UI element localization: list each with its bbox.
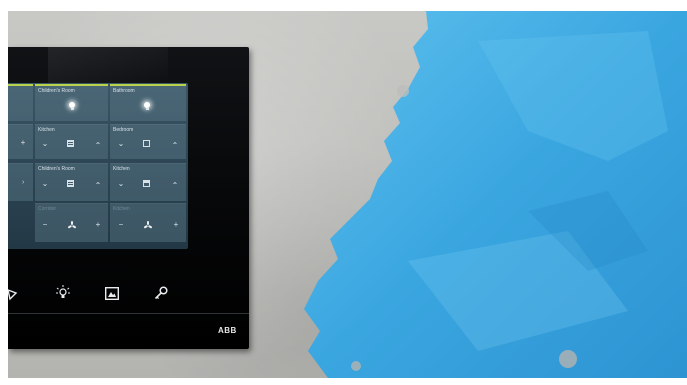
image-border-bottom bbox=[0, 378, 687, 385]
tile-partial-left-3[interactable]: › bbox=[8, 163, 33, 201]
tile-label: Kitchen bbox=[38, 127, 55, 133]
tile-childrens-room-blind[interactable]: Children's Room ⌄ ⌃ bbox=[35, 163, 108, 201]
bulb-base bbox=[70, 108, 74, 110]
tile-label: Bathroom bbox=[113, 88, 135, 94]
star-icon[interactable] bbox=[8, 287, 20, 301]
blind-icon bbox=[67, 140, 74, 147]
tile-kitchen-fan[interactable]: Kitchen − + bbox=[110, 203, 186, 242]
blind-icon bbox=[143, 140, 150, 147]
chevron-down-icon[interactable]: ⌄ bbox=[116, 180, 126, 188]
key-icon[interactable] bbox=[154, 286, 168, 300]
tile-kitchen-blind[interactable]: Kitchen ⌄ ⌃ bbox=[35, 124, 108, 159]
blind-icon bbox=[67, 180, 74, 187]
chevron-up-icon[interactable]: ⌃ bbox=[93, 142, 103, 150]
fan-icon bbox=[67, 221, 76, 230]
tile-label: Corridor bbox=[38, 206, 57, 212]
scene: Children's Room Bathroom + Kitchen ⌄ ⌃ B… bbox=[0, 0, 687, 385]
minus-icon[interactable]: − bbox=[40, 221, 50, 229]
tile-partial-left-2[interactable]: + bbox=[8, 124, 33, 159]
tile-label: Kitchen bbox=[113, 166, 130, 172]
chevron-up-icon[interactable]: ⌃ bbox=[170, 182, 180, 190]
light-bulb-icon[interactable] bbox=[55, 284, 71, 302]
glass-reflection bbox=[48, 47, 168, 84]
tile-partial-left-1[interactable] bbox=[8, 84, 33, 121]
tile-corridor-fan[interactable]: Corridor − + bbox=[35, 203, 108, 242]
tile-bathroom-light[interactable]: Bathroom bbox=[110, 84, 186, 121]
tile-label: Children's Room bbox=[38, 88, 75, 94]
brand-logo: ABB bbox=[218, 326, 237, 335]
image-border-left bbox=[0, 0, 8, 385]
plus-icon[interactable]: + bbox=[93, 221, 103, 229]
tile-childrens-room-light[interactable]: Children's Room bbox=[35, 84, 108, 121]
tile-label: Kitchen bbox=[113, 206, 130, 212]
tile-label: Children's Room bbox=[38, 166, 75, 172]
touch-screen[interactable]: Children's Room Bathroom + Kitchen ⌄ ⌃ B… bbox=[8, 83, 188, 249]
chevron-down-icon[interactable]: ⌄ bbox=[40, 140, 50, 148]
chevron-right-icon[interactable]: › bbox=[22, 179, 24, 186]
bulb-base bbox=[145, 108, 149, 110]
image-border-top bbox=[0, 0, 687, 11]
tile-bedroom-blind[interactable]: Bedroom ⌄ ⌃ bbox=[110, 124, 186, 159]
chevron-down-icon[interactable]: ⌄ bbox=[116, 140, 126, 148]
blind-icon bbox=[143, 180, 150, 187]
chevron-up-icon[interactable]: ⌃ bbox=[93, 182, 103, 190]
divider-line bbox=[8, 313, 249, 314]
chevron-up-icon[interactable]: ⌃ bbox=[170, 142, 180, 150]
minus-icon[interactable]: − bbox=[116, 221, 126, 229]
plus-icon[interactable]: + bbox=[171, 221, 181, 229]
fan-icon bbox=[143, 221, 152, 230]
picture-frame-icon[interactable] bbox=[105, 287, 119, 300]
tile-kitchen-blind-2[interactable]: Kitchen ⌄ ⌃ bbox=[110, 163, 186, 201]
chevron-down-icon[interactable]: ⌄ bbox=[40, 180, 50, 188]
smart-touch-panel: Children's Room Bathroom + Kitchen ⌄ ⌃ B… bbox=[8, 47, 249, 349]
tile-label: Bedroom bbox=[113, 127, 134, 133]
plus-icon: + bbox=[20, 138, 26, 147]
